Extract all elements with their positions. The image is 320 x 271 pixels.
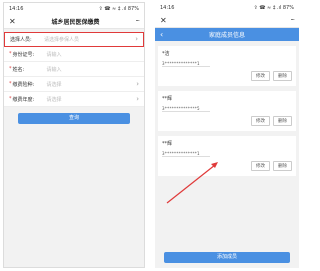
field-label: 身份证号: <box>12 51 35 58</box>
member-id: 3**************1 <box>162 151 200 156</box>
query-button[interactable]: 查询 <box>18 113 130 124</box>
required-icon: * <box>9 51 12 57</box>
field-placeholder: 请输入 <box>46 66 62 73</box>
edit-button[interactable]: 修改 <box>251 71 270 81</box>
divider <box>162 66 210 67</box>
left-screen: 14:16 ⇪ ☎ ≈ ‡ .ıl 87% ✕ 城乡居民医保缴费 ··· 选择人… <box>3 2 145 268</box>
status-time: 14:16 <box>9 6 24 12</box>
title-bar: ✕ 城乡居民医保缴费 ··· <box>4 15 144 29</box>
insurance-type-field[interactable]: * 缴费险种: 请选择 › <box>4 77 144 92</box>
edit-button[interactable]: 修改 <box>251 161 270 171</box>
edit-button[interactable]: 修改 <box>251 116 270 126</box>
add-member-button[interactable]: 添加成员 <box>164 252 290 263</box>
field-placeholder: 请输入 <box>46 51 62 58</box>
close-icon[interactable]: ✕ <box>160 16 167 25</box>
field-label: 姓名: <box>12 66 25 73</box>
name-field[interactable]: * 姓名: 请输入 <box>4 62 144 77</box>
delete-button[interactable]: 删除 <box>273 71 292 81</box>
member-card: **辉 3**************1 修改 删除 <box>158 136 296 176</box>
field-placeholder: 请选择 <box>46 96 62 103</box>
member-id: 3**************5 <box>162 106 200 111</box>
chevron-right-icon: › <box>136 94 139 103</box>
field-label: 缴费年度: <box>12 96 35 103</box>
back-icon[interactable]: ‹ <box>160 30 163 39</box>
payment-year-field[interactable]: * 缴费年度: 请选择 › <box>4 92 144 107</box>
field-placeholder: 请选择 <box>46 81 62 88</box>
status-time: 14:16 <box>160 5 175 11</box>
field-placeholder: 请选择参保人员 <box>44 37 80 43</box>
annotation-arrow-icon <box>166 162 218 204</box>
delete-button[interactable]: 删除 <box>273 161 292 171</box>
field-label: 选择人员: <box>10 37 32 43</box>
required-icon: * <box>9 66 12 72</box>
member-card: **辉 3**************5 修改 删除 <box>158 91 296 131</box>
select-person-field[interactable]: 选择人员: 请选择参保人员 › <box>4 32 144 47</box>
divider <box>162 111 210 112</box>
payment-form: 选择人员: 请选择参保人员 › * 身份证号: 请输入 * 姓名: 请输入 * … <box>4 32 144 107</box>
chevron-right-icon: › <box>135 35 138 43</box>
status-icons: ⇪ ☎ ≈ ‡ .ıl 87% <box>98 6 139 12</box>
delete-button[interactable]: 删除 <box>273 116 292 126</box>
required-icon: * <box>9 96 12 102</box>
more-icon[interactable]: ··· <box>290 17 295 24</box>
member-name: *洁 <box>162 51 170 57</box>
member-name: **辉 <box>162 96 173 102</box>
member-card: *洁 3**************1 修改 删除 <box>158 46 296 86</box>
close-icon[interactable]: ✕ <box>9 17 16 26</box>
member-name: **辉 <box>162 141 173 147</box>
required-icon: * <box>9 81 12 87</box>
status-icons: ⇪ ☎ ≈ ‡ .ıl 87% <box>253 5 294 11</box>
more-icon[interactable]: ··· <box>135 18 140 25</box>
status-bar: 14:16 ⇪ ☎ ≈ ‡ .ıl 87% <box>155 2 299 14</box>
right-screen: 14:16 ⇪ ☎ ≈ ‡ .ıl 87% ✕ ··· ‹ 家庭成员信息 *洁 … <box>155 2 299 268</box>
page-title: 城乡居民医保缴费 <box>51 19 100 26</box>
chevron-right-icon: › <box>136 79 139 88</box>
field-label: 缴费险种: <box>12 81 35 88</box>
divider <box>162 156 210 157</box>
id-number-field[interactable]: * 身份证号: 请输入 <box>4 47 144 62</box>
title-bar: ✕ ··· <box>155 14 299 28</box>
status-bar: 14:16 ⇪ ☎ ≈ ‡ .ıl 87% <box>4 3 144 15</box>
nav-title: 家庭成员信息 <box>208 32 245 39</box>
nav-bar: ‹ 家庭成员信息 <box>155 28 299 41</box>
member-id: 3**************1 <box>162 61 200 66</box>
